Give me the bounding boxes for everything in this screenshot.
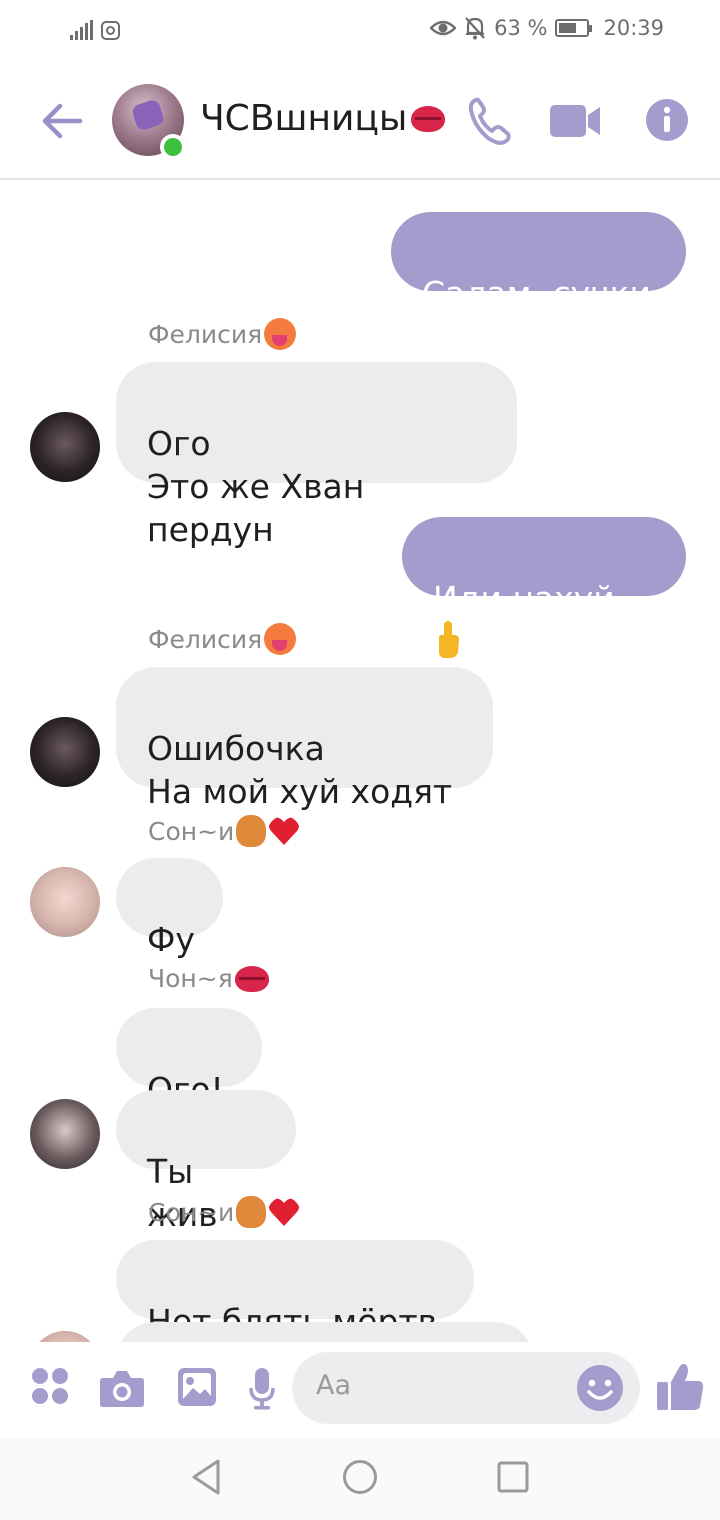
avatar[interactable] <box>30 867 100 937</box>
signal-icon <box>70 20 93 40</box>
avatar[interactable] <box>30 717 100 787</box>
lips-emoji <box>234 965 269 992</box>
message-list[interactable]: Салам, сучки Фелисия Ого Это же Хван пер… <box>0 182 720 1342</box>
sender-name: Сон~и <box>148 815 300 847</box>
middle-finger-emoji <box>439 620 459 658</box>
hot-face-emoji <box>264 318 297 350</box>
avatar[interactable] <box>30 1099 100 1169</box>
composer-bar: Aa <box>0 1342 720 1438</box>
heart-emoji <box>269 817 300 845</box>
sender-name: Фелисия <box>148 623 297 655</box>
incoming-message[interactable]: Ого Это же Хван пердун <box>116 362 517 549</box>
sender-name: Сон~и <box>148 1196 300 1228</box>
sender-name: Фелисия <box>148 318 297 350</box>
battery-percent: 63 % <box>494 16 548 40</box>
emoji-icon[interactable] <box>576 1364 624 1412</box>
instagram-notification-icon <box>101 20 120 40</box>
sender-name: Чон~я <box>148 964 269 993</box>
mic-icon[interactable] <box>248 1366 276 1410</box>
incoming-message-partial[interactable] <box>116 1322 534 1342</box>
lips-emoji <box>411 105 446 132</box>
eye-comfort-icon <box>430 20 457 36</box>
apps-icon[interactable] <box>30 1366 70 1406</box>
avatar[interactable] <box>30 1331 100 1342</box>
chat-title-text: ЧСВшницы <box>200 98 408 139</box>
chat-header: ЧСВшницы <box>0 62 720 180</box>
mute-bell-icon <box>465 17 485 40</box>
incoming-message[interactable]: Фу <box>116 858 223 959</box>
outgoing-message[interactable]: Иди нахуй <box>402 517 686 658</box>
squirrel-emoji <box>236 815 267 847</box>
heart-emoji <box>269 1198 300 1226</box>
message-input-placeholder: Aa <box>316 1370 352 1401</box>
clock: 20:39 <box>603 16 664 40</box>
camera-icon[interactable] <box>99 1368 145 1408</box>
battery-icon <box>555 19 593 37</box>
info-icon[interactable] <box>645 98 689 142</box>
chat-title[interactable]: ЧСВшницы <box>200 98 446 139</box>
squirrel-emoji <box>236 1196 267 1228</box>
status-bar: 63 % 20:39 <box>0 0 720 62</box>
like-icon[interactable] <box>656 1362 704 1412</box>
incoming-message[interactable]: Ошибочка На мой хуй ходят <box>116 667 493 811</box>
nav-back-icon[interactable] <box>190 1458 222 1496</box>
nav-recents-icon[interactable] <box>496 1458 530 1496</box>
gallery-icon[interactable] <box>176 1366 218 1408</box>
avatar[interactable] <box>30 412 100 482</box>
back-arrow-icon[interactable] <box>40 98 86 144</box>
hot-face-emoji <box>264 623 297 655</box>
message-input[interactable]: Aa <box>292 1352 640 1424</box>
nav-home-icon[interactable] <box>342 1458 378 1496</box>
phone-icon[interactable] <box>466 96 514 146</box>
incoming-message[interactable]: Нет блять мёртв <box>116 1240 474 1341</box>
incoming-message[interactable]: Ты жив <box>116 1090 296 1234</box>
outgoing-message[interactable]: Салам, сучки <box>391 212 686 313</box>
incoming-message[interactable]: Ого! <box>116 1008 262 1109</box>
system-nav-bar <box>0 1438 720 1520</box>
online-indicator <box>160 134 186 160</box>
video-icon[interactable] <box>548 102 602 140</box>
